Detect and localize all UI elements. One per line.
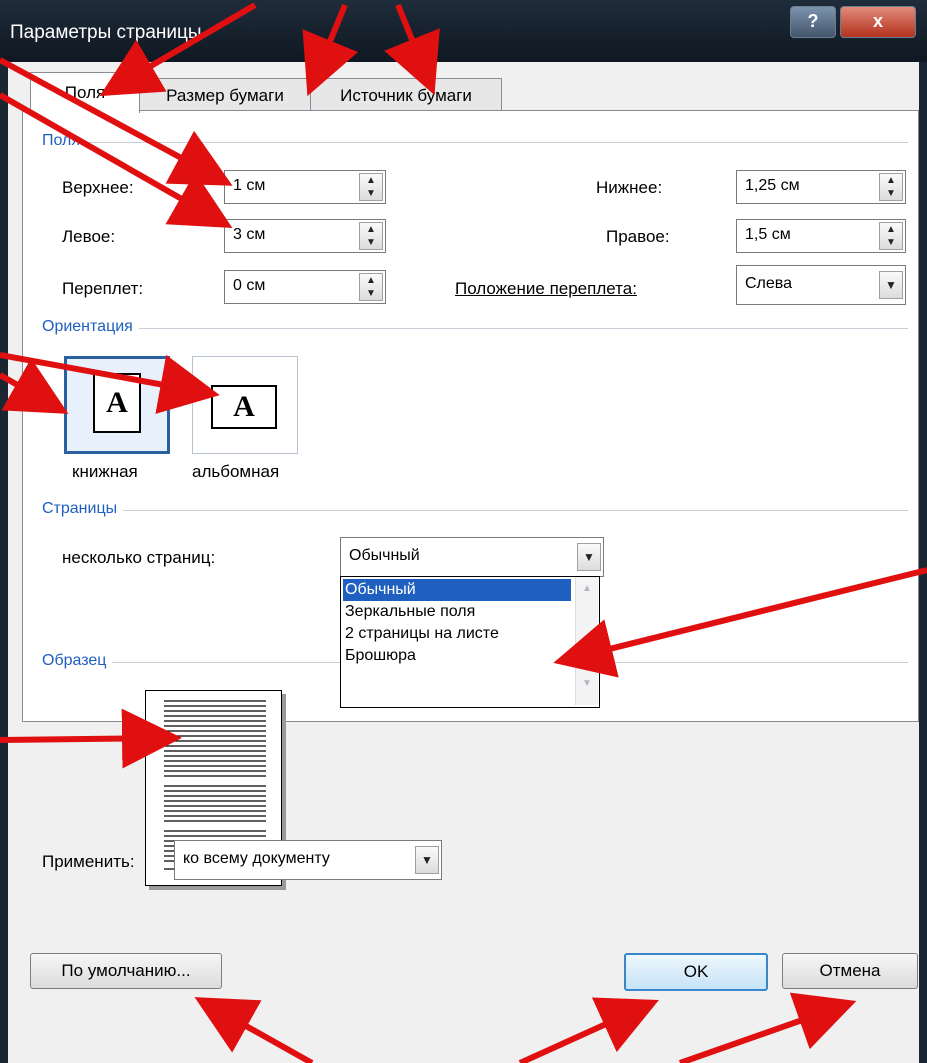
top-margin-spinner[interactable]: 1 см ▲ ▼ [224,170,386,204]
gutter-value: 0 см [233,277,266,294]
bottom-margin-label: Нижнее: [596,178,663,197]
gutter-label: Переплет: [62,279,144,298]
apply-to-value: ко всему документу [183,850,330,867]
apply-to-select[interactable]: ко всему документу ▼ [174,840,442,880]
sample-group-title: Образец [42,652,113,670]
gutter-spinner[interactable]: 0 см ▲ ▼ [224,270,386,304]
top-margin-label: Верхнее: [62,178,134,197]
spin-arrows-icon[interactable]: ▲ ▼ [879,222,903,250]
right-margin-value: 1,5 см [745,226,791,243]
spin-arrows-icon[interactable]: ▲ ▼ [359,273,383,301]
left-margin-spinner[interactable]: 3 см ▲ ▼ [224,219,386,253]
orientation-group-title: Ориентация [42,318,139,336]
close-button[interactable]: x [840,6,916,38]
right-margin-spinner[interactable]: 1,5 см ▲ ▼ [736,219,906,253]
apply-to-label: Применить: [42,852,135,871]
portrait-page-icon: A [93,373,141,433]
left-margin-label: Левое: [62,227,116,246]
dialog-title: Параметры страницы [10,22,202,43]
top-margin-value: 1 см [233,177,266,194]
default-button[interactable]: По умолчанию... [30,953,222,989]
gutter-position-label: Положение переплета: [455,279,637,298]
dropdown-option-two-per-sheet[interactable]: 2 страницы на листе [343,623,571,645]
gutter-position-value: Слева [745,275,793,292]
pages-group-line [42,510,908,511]
help-button[interactable]: ? [790,6,836,38]
orientation-group-line [42,328,908,329]
portrait-button[interactable]: A [64,356,170,454]
dropdown-option-normal[interactable]: Обычный [343,579,571,601]
chevron-down-icon[interactable]: ▼ [879,271,903,299]
tab-paper-source[interactable]: Источник бумаги [310,78,502,113]
spin-arrows-icon[interactable]: ▲ ▼ [359,173,383,201]
right-margin-label: Правое: [606,227,670,246]
tab-margins[interactable]: Поля [30,72,140,113]
tab-paper-size[interactable]: Размер бумаги [139,78,311,113]
chevron-down-icon[interactable]: ▼ [577,543,601,571]
dropdown-scrollbar[interactable]: ▲ ▼ [575,577,598,705]
spin-arrows-icon[interactable]: ▲ ▼ [879,173,903,201]
window-frame-left [0,62,8,1063]
dropdown-option-booklet[interactable]: Брошюра [343,645,571,667]
margins-group-title: Поля [42,132,87,150]
gutter-position-select[interactable]: Слева ▼ [736,265,906,305]
pages-group-title: Страницы [42,500,124,518]
landscape-button[interactable]: A [192,356,298,454]
bottom-margin-value: 1,25 см [745,177,800,194]
landscape-page-icon: A [211,385,277,429]
landscape-label: альбомная [192,462,280,481]
left-margin-value: 3 см [233,226,266,243]
scroll-up-icon[interactable]: ▲ [576,583,598,594]
multiple-pages-label: несколько страниц: [62,548,216,567]
multiple-pages-value: Обычный [349,547,420,564]
scroll-down-icon[interactable]: ▼ [576,678,598,689]
ok-button[interactable]: OK [624,953,768,991]
multiple-pages-select[interactable]: Обычный ▼ [340,537,604,577]
multiple-pages-dropdown-list: Обычный Зеркальные поля 2 страницы на ли… [340,576,600,708]
dropdown-option-mirror[interactable]: Зеркальные поля [343,601,571,623]
bottom-margin-spinner[interactable]: 1,25 см ▲ ▼ [736,170,906,204]
window-frame-right [919,62,927,1063]
margins-group-line [42,142,908,143]
cancel-button[interactable]: Отмена [782,953,918,989]
spin-arrows-icon[interactable]: ▲ ▼ [359,222,383,250]
chevron-down-icon[interactable]: ▼ [415,846,439,874]
portrait-label: книжная [72,462,138,481]
